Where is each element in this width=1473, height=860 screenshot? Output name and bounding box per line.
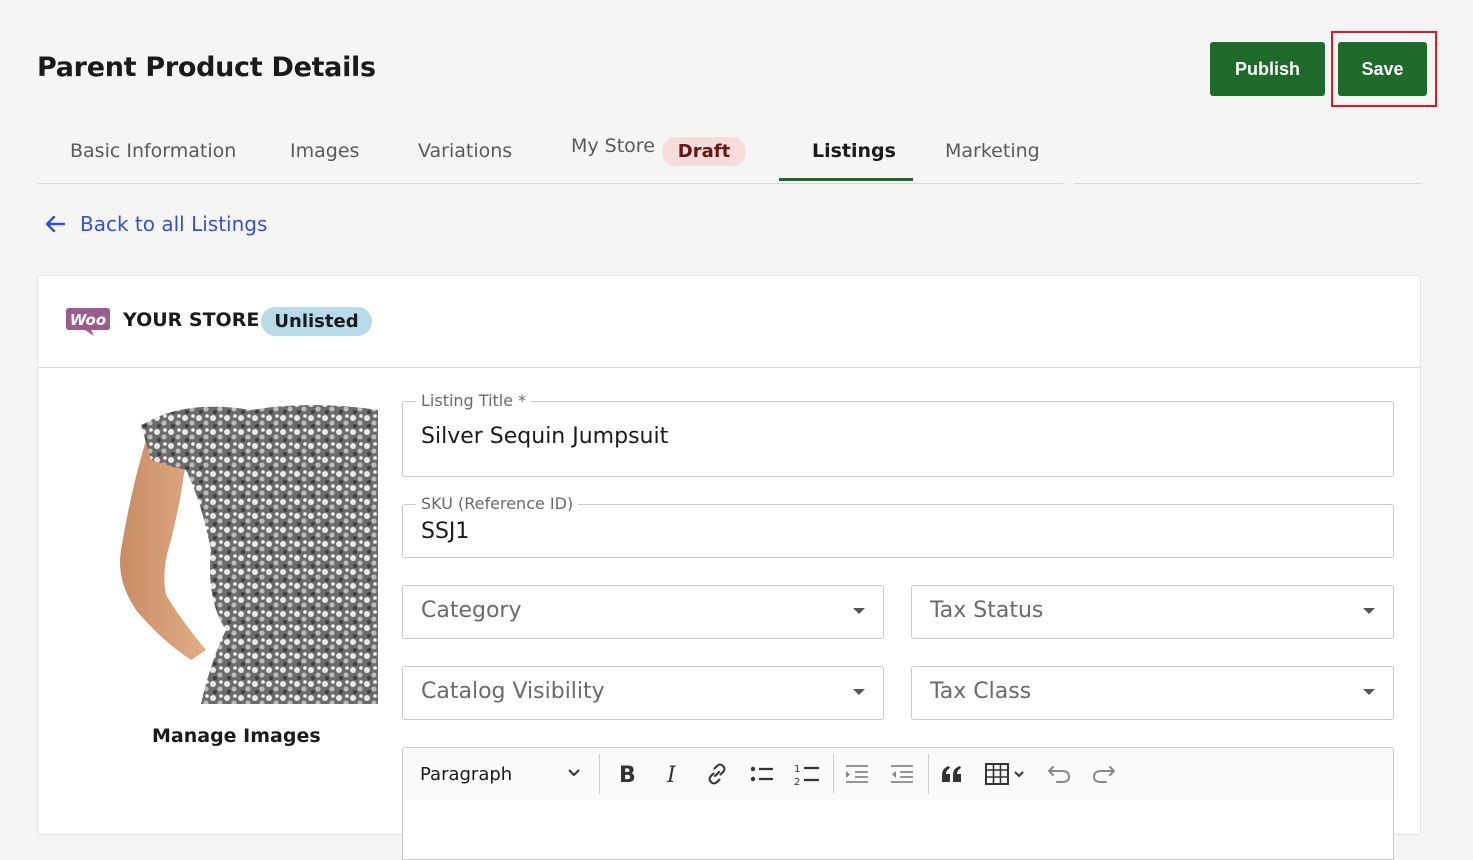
description-editor[interactable] — [402, 800, 1394, 860]
link-button[interactable] — [694, 748, 739, 800]
tab-images[interactable]: Images — [290, 120, 359, 182]
block-format-value: Paragraph — [420, 763, 513, 785]
editor-toolbar: Paragraph B I 12 — [402, 747, 1394, 801]
indent-button[interactable] — [879, 748, 924, 800]
back-link-label: Back to all Listings — [80, 212, 268, 236]
numbered-list-button[interactable]: 12 — [784, 748, 829, 800]
woocommerce-logo-icon: Woo — [65, 307, 111, 341]
tax-status-placeholder: Tax Status — [930, 598, 1044, 623]
redo-button[interactable] — [1081, 748, 1126, 800]
draft-badge: Draft — [662, 137, 746, 166]
listing-title-label: Listing Title * — [416, 391, 532, 410]
svg-text:Woo: Woo — [70, 311, 106, 329]
insert-table-button[interactable] — [974, 748, 1036, 800]
italic-button[interactable]: I — [649, 748, 694, 800]
back-to-listings-link[interactable]: Back to all Listings — [44, 212, 267, 236]
bulleted-list-button[interactable] — [739, 748, 784, 800]
product-image[interactable] — [111, 400, 378, 704]
numbered-list-icon: 12 — [794, 764, 819, 786]
svg-text:1: 1 — [794, 764, 800, 775]
tab-bar-divider — [1074, 183, 1421, 184]
listing-title-field[interactable]: Listing Title * Silver Sequin Jumpsuit — [402, 391, 1394, 477]
tax-class-select[interactable]: Tax Class — [911, 666, 1394, 720]
listing-card: Woo YOUR STORE Unlisted Manage Images Li… — [37, 275, 1421, 860]
catalog-visibility-select[interactable]: Catalog Visibility — [402, 666, 884, 720]
caret-down-icon — [853, 689, 865, 695]
caret-down-icon — [853, 608, 865, 614]
arrow-left-icon — [45, 215, 66, 233]
italic-icon: I — [666, 763, 677, 785]
sku-label: SKU (Reference ID) — [416, 494, 579, 513]
link-icon — [708, 763, 725, 785]
page-title: Parent Product Details — [37, 52, 376, 83]
tab-marketing[interactable]: Marketing — [945, 120, 1040, 182]
manage-images-link[interactable]: Manage Images — [152, 725, 321, 747]
store-name: YOUR STORE — [123, 309, 260, 331]
outdent-button[interactable] — [834, 748, 879, 800]
caret-down-icon — [1363, 689, 1375, 695]
table-icon — [985, 763, 1024, 785]
category-select[interactable]: Category — [402, 585, 884, 639]
svg-text:B: B — [619, 763, 636, 785]
publish-button[interactable]: Publish — [1210, 42, 1325, 96]
sku-value: SSJ1 — [421, 519, 470, 544]
undo-icon — [1047, 766, 1070, 783]
listing-title-value: Silver Sequin Jumpsuit — [421, 424, 669, 449]
outdent-icon — [845, 765, 868, 783]
active-tab-indicator — [779, 178, 913, 181]
svg-text:2: 2 — [794, 777, 800, 786]
redo-icon — [1092, 766, 1115, 783]
tax-status-select[interactable]: Tax Status — [911, 585, 1394, 639]
sku-field[interactable]: SKU (Reference ID) SSJ1 — [402, 494, 1394, 558]
tab-listings[interactable]: Listings — [812, 120, 896, 182]
toolbar-divider — [599, 754, 600, 794]
card-header: Woo YOUR STORE Unlisted — [38, 276, 1420, 368]
tab-bar: Basic Information Images Variations My S… — [37, 120, 1063, 184]
block-format-select[interactable]: Paragraph — [403, 748, 599, 800]
unlisted-badge: Unlisted — [261, 307, 372, 336]
tab-variations[interactable]: Variations — [418, 120, 512, 182]
tax-class-placeholder: Tax Class — [930, 679, 1032, 704]
tab-basic-information[interactable]: Basic Information — [70, 120, 236, 182]
svg-text:I: I — [666, 763, 677, 785]
caret-down-icon — [1363, 608, 1375, 614]
tab-my-store[interactable]: My Store — [571, 115, 655, 177]
bold-button[interactable]: B — [604, 748, 649, 800]
category-placeholder: Category — [421, 598, 522, 623]
bold-icon: B — [619, 763, 636, 785]
undo-button[interactable] — [1036, 748, 1081, 800]
indent-icon — [890, 765, 913, 783]
save-button[interactable]: Save — [1338, 42, 1427, 96]
bulleted-list-icon — [750, 766, 773, 782]
blockquote-button[interactable] — [929, 748, 974, 800]
chevron-down-icon — [568, 769, 580, 777]
blockquote-icon — [941, 766, 961, 782]
catalog-visibility-placeholder: Catalog Visibility — [421, 679, 605, 704]
